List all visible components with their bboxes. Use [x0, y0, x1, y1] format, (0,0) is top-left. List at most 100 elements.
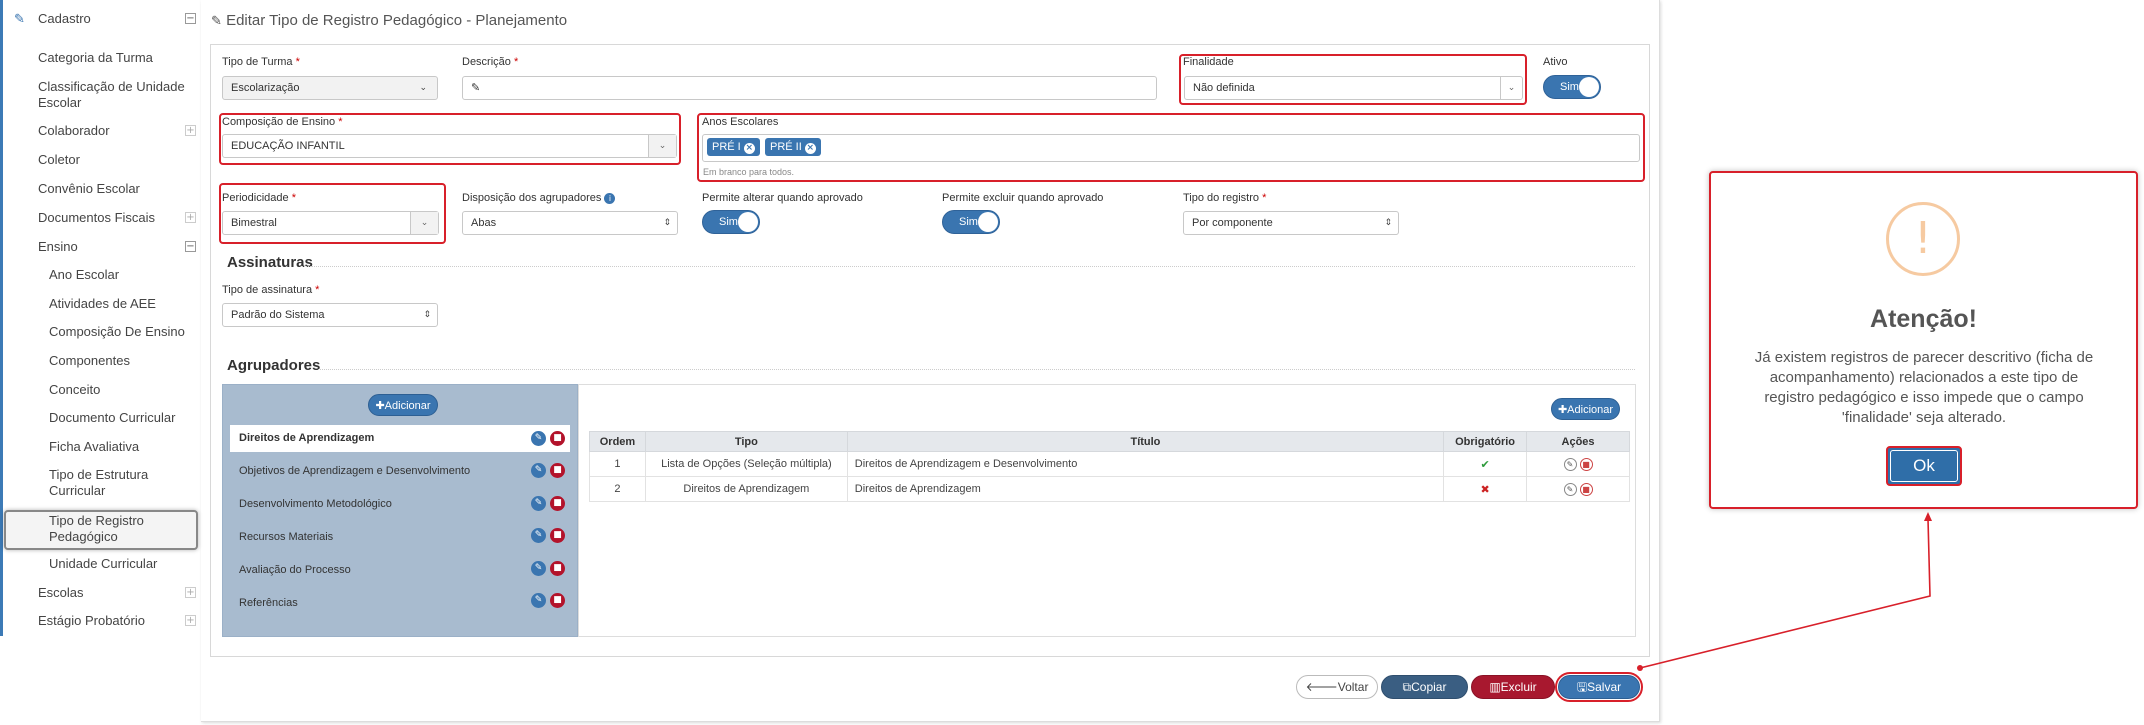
remove-tag-icon[interactable]: × — [743, 143, 755, 154]
sidebar-item-label: Tipo de Estrutura Curricular — [49, 467, 149, 498]
trash-icon[interactable]: ■ — [550, 593, 565, 608]
expand-icon[interactable]: + — [185, 125, 196, 136]
tipo-turma-select[interactable]: Escolarização ⌄ — [222, 76, 438, 100]
trash-icon[interactable]: ■ — [1579, 482, 1593, 496]
sidebar-item-label: Estágio Probatório — [38, 613, 145, 628]
agrupador-item[interactable]: Objetivos de Aprendizagem e Desenvolvime… — [230, 458, 570, 485]
tipo-registro-select[interactable]: Por componente ⇕ — [1183, 211, 1399, 235]
trash-icon[interactable]: ■ — [550, 463, 565, 478]
toggle-knob — [978, 212, 998, 232]
sidebar-item-label: Coletor — [38, 152, 80, 167]
edit-icon[interactable]: ✎ — [531, 496, 546, 511]
agrupador-name: Objetivos de Aprendizagem e Desenvolvime… — [239, 465, 471, 477]
edit-icon[interactable]: ✎ — [531, 463, 546, 478]
tipo-assinatura-label: Tipo de assinatura * — [222, 284, 319, 296]
edit-icon[interactable]: ✎ — [531, 593, 546, 608]
agrupador-name: Avaliação do Processo — [239, 564, 351, 576]
ok-button[interactable]: Ok — [1886, 446, 1962, 486]
excluir-button[interactable]: ▥Excluir — [1471, 675, 1555, 699]
tipo-assinatura-value: Padrão do Sistema — [231, 309, 325, 321]
table-header-row: Ordem Tipo Título Obrigatório Ações — [589, 431, 1630, 452]
periodicidade-select[interactable]: Bimestral ⌄ — [222, 211, 439, 235]
add-campo-button[interactable]: ✚Adicionar — [1551, 398, 1620, 420]
sidebar-item-label: Colaborador — [38, 123, 110, 138]
page-title: ✎ Editar Tipo de Registro Pedagógico - P… — [211, 12, 567, 29]
campos-table: Ordem Tipo Título Obrigatório Ações 1 Li… — [589, 431, 1630, 502]
expand-icon[interactable]: + — [185, 212, 196, 223]
tag-pre-i[interactable]: PRÉ I × — [707, 138, 760, 156]
composicao-select[interactable]: EDUCAÇÃO INFANTIL ⌄ — [222, 134, 677, 158]
voltar-label: Voltar — [1337, 680, 1369, 694]
composicao-value: EDUCAÇÃO INFANTIL — [231, 140, 345, 152]
arrow-left-icon: 🡐 — [1305, 680, 1338, 694]
agrupadores-detail-panel — [578, 384, 1636, 637]
remove-tag-icon[interactable]: × — [804, 143, 816, 154]
permite-excluir-toggle[interactable]: Sim — [942, 210, 1000, 234]
trash-icon[interactable]: ■ — [550, 496, 565, 511]
tipo-assinatura-label-text: Tipo de assinatura — [222, 284, 313, 296]
tipo-assinatura-select[interactable]: Padrão do Sistema ⇕ — [222, 303, 438, 327]
sidebar-item-label: Ensino — [38, 239, 78, 254]
add-agrupador-button[interactable]: ✚Adicionar — [368, 394, 438, 416]
sidebar-item-label: Documentos Fiscais — [38, 210, 156, 225]
permite-alterar-toggle[interactable]: Sim — [702, 210, 760, 234]
chevron-down-icon: ⌄ — [419, 83, 427, 93]
edit-icon[interactable]: ✎ — [471, 82, 480, 94]
sidebar-item-label: Categoria da Turma — [38, 50, 153, 65]
disposicao-label-text: Disposição dos agrupadores — [462, 192, 602, 204]
edit-icon[interactable]: ✎ — [1563, 457, 1577, 471]
copiar-label: Copiar — [1411, 680, 1447, 694]
collapse-icon[interactable]: − — [185, 241, 196, 252]
sidebar-item-label: Unidade Curricular — [49, 556, 158, 571]
ativo-toggle[interactable]: Sim — [1543, 75, 1601, 99]
info-icon[interactable]: i — [604, 193, 616, 204]
edit-icon[interactable]: ✎ — [531, 561, 546, 576]
sidebar-item-label: Escolas — [38, 585, 84, 600]
column-header: Ações — [1526, 431, 1630, 452]
column-header: Ordem — [589, 431, 646, 452]
tag-pre-ii[interactable]: PRÉ II × — [765, 138, 821, 156]
trash-icon[interactable]: ■ — [550, 431, 565, 446]
trash-icon[interactable]: ■ — [550, 561, 565, 576]
table-row[interactable]: 2 Direitos de Aprendizagem Direitos de A… — [589, 476, 1630, 502]
column-header: Obrigatório — [1443, 431, 1528, 452]
permite-alterar-label: Permite alterar quando aprovado — [702, 192, 863, 204]
disposicao-select[interactable]: Abas ⇕ — [462, 211, 678, 235]
salvar-button[interactable]: 🖫Salvar — [1558, 675, 1640, 699]
finalidade-select[interactable]: Não definida ⌄ — [1184, 76, 1523, 100]
trash-icon[interactable]: ■ — [550, 528, 565, 543]
anos-escolares-input[interactable] — [702, 134, 1640, 162]
cell-acoes: ✎ ■ — [1526, 451, 1630, 477]
disposicao-label: Disposição dos agrupadores i — [462, 192, 616, 204]
edit-icon[interactable]: ✎ — [531, 528, 546, 543]
required-mark: * — [315, 284, 320, 296]
descricao-input[interactable]: ✎ — [462, 76, 1157, 100]
agrupador-item[interactable]: Desenvolvimento Metodológico ✎ ■ — [230, 491, 570, 518]
salvar-label: Salvar — [1587, 680, 1622, 694]
expand-icon[interactable]: + — [185, 615, 196, 626]
edit-icon[interactable]: ✎ — [531, 431, 546, 446]
copiar-button[interactable]: ⧉Copiar — [1381, 675, 1468, 699]
agrupador-item[interactable]: Recursos Materiais ✎ ■ — [230, 524, 570, 551]
expand-icon[interactable]: + — [185, 587, 196, 598]
collapse-icon[interactable]: − — [185, 13, 196, 24]
check-icon: ✔ — [1443, 451, 1528, 477]
column-header: Título — [846, 431, 1445, 452]
permite-excluir-label: Permite excluir quando aprovado — [942, 192, 1104, 204]
focus-ring — [1890, 450, 1958, 482]
agrupador-item[interactable]: Direitos de Aprendizagem ✎ ■ — [230, 425, 570, 452]
sidebar-item-label: Ano Escolar — [49, 267, 120, 282]
plus-icon: ✚ — [375, 400, 385, 412]
agrupador-item[interactable]: Avaliação do Processo ✎ ■ — [230, 557, 570, 584]
plus-icon: ✚ — [1557, 404, 1568, 416]
edit-icon: ✎ — [14, 11, 25, 26]
trash-icon[interactable]: ■ — [1579, 457, 1593, 471]
agrupador-item[interactable]: Referências ✎ ■ — [230, 590, 570, 617]
edit-icon[interactable]: ✎ — [1563, 482, 1577, 496]
chevron-down-icon: ⌄ — [1500, 77, 1522, 99]
table-row[interactable]: 1 Lista de Opções (Seleção múltipla) Dir… — [589, 451, 1630, 477]
finalidade-label: Finalidade — [1183, 56, 1234, 68]
cell-acoes: ✎ ■ — [1526, 476, 1630, 502]
voltar-button[interactable]: 🡐Voltar — [1296, 675, 1378, 699]
cell-titulo: Direitos de Aprendizagem — [846, 476, 1445, 502]
